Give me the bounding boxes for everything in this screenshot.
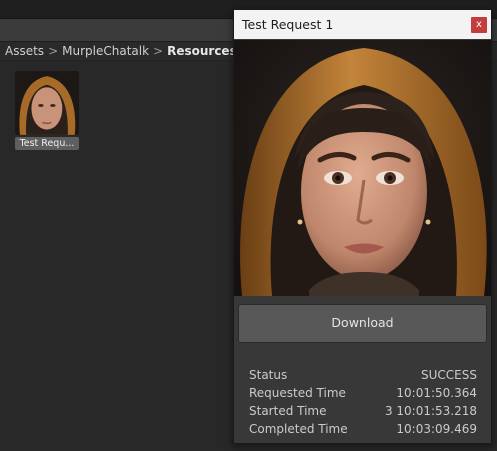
info-row-started-time: Started Time 3 10:01:53.218 bbox=[249, 402, 477, 420]
breadcrumb-separator-icon: > bbox=[48, 44, 59, 58]
breadcrumb-item-assets[interactable]: Assets bbox=[0, 44, 46, 58]
asset-thumbnail[interactable] bbox=[15, 71, 79, 135]
download-button[interactable]: Download bbox=[238, 304, 487, 343]
request-info-list: Status SUCCESS Requested Time 10:01:50.3… bbox=[249, 366, 477, 438]
request-popup-window: Test Request 1 x Download Status SUCCESS… bbox=[233, 9, 492, 444]
started-time-value: 3 10:01:53.218 bbox=[385, 404, 477, 418]
breadcrumb-item-resources[interactable]: Resources bbox=[165, 44, 239, 58]
asset-tile[interactable]: Test Requ... bbox=[15, 71, 79, 150]
info-row-status: Status SUCCESS bbox=[249, 366, 477, 384]
popup-title: Test Request 1 bbox=[242, 17, 334, 32]
info-row-requested-time: Requested Time 10:01:50.364 bbox=[249, 384, 477, 402]
info-label: Requested Time bbox=[249, 386, 346, 400]
breadcrumb-separator-icon: > bbox=[153, 44, 164, 58]
breadcrumb-item-murplechatalk[interactable]: MurpleChatalk bbox=[60, 44, 151, 58]
portrait-image bbox=[234, 40, 491, 296]
requested-time-value: 10:01:50.364 bbox=[396, 386, 477, 400]
info-value: 10:03:09.469 bbox=[396, 420, 477, 438]
portrait-thumbnail-image bbox=[15, 71, 79, 135]
info-value: SUCCESS bbox=[421, 366, 477, 384]
info-label: Status bbox=[249, 368, 288, 382]
info-row-completed-time: Completed Time 10:03:09.469 bbox=[249, 420, 477, 438]
info-value: 10:01:50.364 bbox=[396, 384, 477, 402]
completed-time-value: 10:03:09.469 bbox=[396, 422, 477, 436]
info-value: 3 10:01:53.218 bbox=[385, 402, 477, 420]
status-value: SUCCESS bbox=[421, 368, 477, 382]
info-label: Completed Time bbox=[249, 422, 348, 436]
asset-label: Test Requ... bbox=[15, 137, 79, 150]
close-button[interactable]: x bbox=[471, 17, 487, 33]
generated-portrait-image bbox=[234, 40, 491, 296]
info-label: Started Time bbox=[249, 404, 327, 418]
popup-titlebar[interactable]: Test Request 1 x bbox=[234, 10, 491, 39]
